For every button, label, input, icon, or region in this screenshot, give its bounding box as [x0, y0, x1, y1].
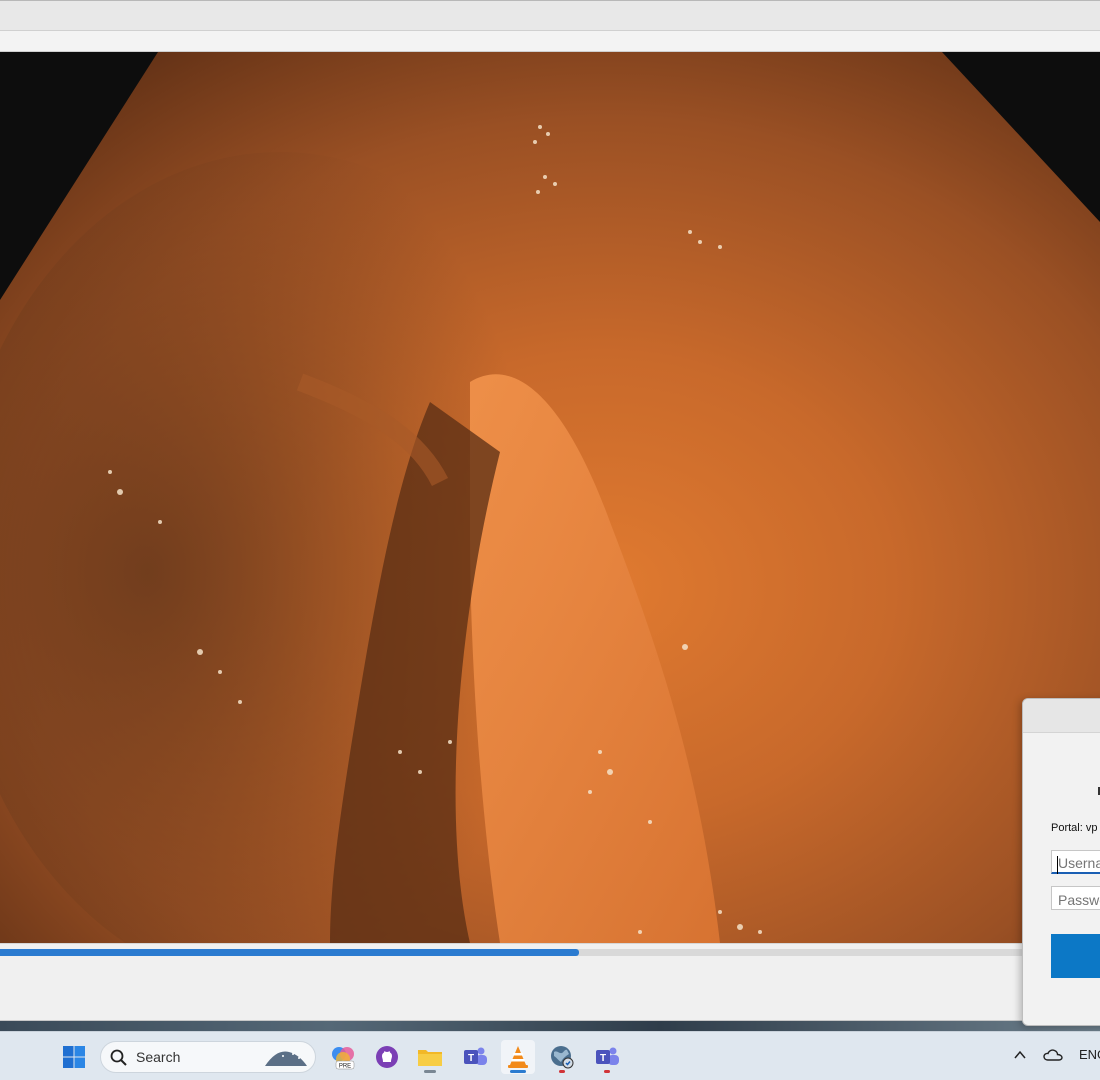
seek-track: [0, 949, 1100, 956]
search-label: Search: [136, 1049, 181, 1065]
portal-label: Portal: vp: [1051, 822, 1098, 834]
connect-button[interactable]: [1051, 934, 1100, 978]
dialog-title-bar: [1023, 699, 1100, 733]
taskbar-teams[interactable]: T: [458, 1040, 492, 1074]
language-indicator[interactable]: ENG: [1079, 1047, 1100, 1062]
seek-bar[interactable]: [0, 943, 1100, 963]
vpn-globe-icon: [551, 1046, 574, 1069]
desktop-background: [0, 1021, 1100, 1031]
windows-start-icon: [63, 1046, 85, 1068]
player-controls: [0, 963, 1100, 1021]
taskbar-github[interactable]: [370, 1040, 404, 1074]
attention-indicator: [559, 1070, 565, 1073]
attention-indicator: [604, 1070, 610, 1073]
window-title-bar: [0, 0, 1100, 31]
taskbar-vlc[interactable]: [501, 1040, 535, 1074]
copilot-pre-icon: PRE: [332, 1047, 355, 1070]
taskbar-search[interactable]: Search: [100, 1041, 316, 1073]
search-highlight-icon: [265, 1051, 307, 1066]
teams-icon: T: [596, 1047, 619, 1065]
onedrive-cloud-icon[interactable]: [1043, 1048, 1063, 1062]
chevron-up-icon[interactable]: [1014, 1050, 1026, 1060]
start-button[interactable]: [57, 1040, 91, 1074]
taskbar-teams-2[interactable]: T: [590, 1040, 624, 1074]
taskbar-copilot[interactable]: PRE: [326, 1040, 360, 1074]
vlc-icon: [508, 1046, 528, 1068]
taskbar: Search PRE T T EN: [0, 1031, 1100, 1080]
password-field[interactable]: [1051, 886, 1100, 910]
window-toolbar: [0, 31, 1100, 52]
text-caret: [1057, 856, 1058, 874]
vpn-login-dialog: Portal: vp: [1022, 698, 1100, 1026]
search-icon: [110, 1049, 127, 1066]
svg-text:T: T: [600, 1053, 606, 1064]
endoscopy-image: [0, 52, 1100, 943]
teams-icon: T: [464, 1047, 487, 1065]
file-explorer-icon: [418, 1050, 442, 1066]
running-indicator: [424, 1070, 436, 1073]
video-frame[interactable]: [0, 52, 1100, 943]
taskbar-file-explorer[interactable]: [413, 1040, 447, 1074]
svg-text:T: T: [468, 1053, 474, 1064]
active-indicator: [510, 1070, 526, 1073]
username-field[interactable]: [1051, 850, 1100, 874]
github-icon: [376, 1046, 398, 1068]
svg-text:PRE: PRE: [339, 1064, 351, 1070]
taskbar-vpn[interactable]: [545, 1040, 579, 1074]
seek-fill: [0, 949, 579, 956]
